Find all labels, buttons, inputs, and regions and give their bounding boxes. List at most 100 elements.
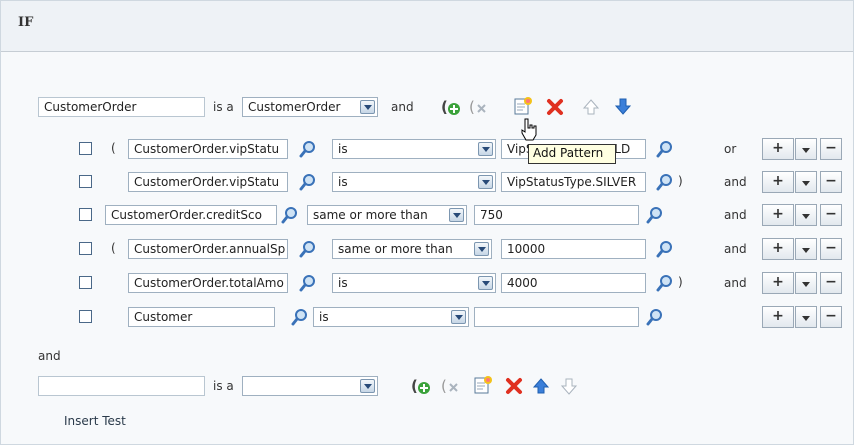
- row-menu-dropdown[interactable]: [795, 238, 817, 260]
- move-down-icon[interactable]: [559, 376, 579, 396]
- remove-row-button[interactable]: −: [820, 171, 842, 193]
- add-row-button[interactable]: +: [762, 238, 794, 260]
- row-conjunction[interactable]: or: [724, 142, 736, 156]
- right-operand-field[interactable]: VipStatusType.SILVER: [501, 172, 646, 192]
- chevron-down-icon: [449, 208, 464, 222]
- row-checkbox[interactable]: [79, 242, 92, 255]
- row-checkbox[interactable]: [79, 276, 92, 289]
- remove-row-button[interactable]: −: [820, 238, 842, 260]
- remove-row-button[interactable]: −: [820, 272, 842, 294]
- row-conjunction[interactable]: and: [724, 276, 747, 290]
- remove-row-button[interactable]: −: [820, 306, 842, 328]
- add-row-button[interactable]: +: [762, 204, 794, 226]
- pattern-type-value: CustomerOrder: [248, 100, 341, 114]
- row-conjunction[interactable]: and: [724, 175, 747, 189]
- add-pattern-icon[interactable]: [513, 96, 533, 116]
- pattern-variable-field[interactable]: CustomerOrder: [38, 97, 205, 117]
- left-operand-field[interactable]: CustomerOrder.annualSp: [128, 239, 288, 259]
- pattern2-is-a-label: is a: [213, 379, 234, 393]
- row-button-group: + −: [762, 238, 844, 260]
- add-test-group-icon[interactable]: (: [441, 97, 461, 117]
- row-menu-dropdown[interactable]: [795, 138, 817, 160]
- pattern-type-select[interactable]: CustomerOrder: [242, 97, 378, 117]
- operator-value: is: [338, 276, 348, 290]
- row-conjunction[interactable]: and: [724, 242, 747, 256]
- search-icon[interactable]: [656, 240, 674, 258]
- close-paren: ): [678, 174, 683, 188]
- left-operand-field[interactable]: CustomerOrder.creditSco: [105, 205, 277, 225]
- operator-select[interactable]: same or more than: [332, 239, 492, 259]
- operator-select[interactable]: is: [313, 307, 469, 327]
- search-icon[interactable]: [656, 274, 674, 292]
- right-operand-field[interactable]: [474, 307, 639, 327]
- add-row-button[interactable]: +: [762, 138, 794, 160]
- rule-panel: IF CustomerOrder is a CustomerOrder and …: [0, 0, 854, 445]
- pattern-and-label: and: [391, 100, 414, 114]
- move-down-icon[interactable]: [613, 96, 633, 116]
- right-operand-field[interactable]: 4000: [501, 273, 646, 293]
- row-button-group: + −: [762, 171, 844, 193]
- delete-icon[interactable]: [504, 376, 524, 396]
- if-header: IF: [1, 1, 853, 51]
- row-checkbox[interactable]: [79, 208, 92, 221]
- row-menu-dropdown[interactable]: [795, 171, 817, 193]
- chevron-down-icon: [451, 310, 466, 324]
- if-title: IF: [18, 15, 34, 30]
- search-icon[interactable]: [291, 308, 309, 326]
- operator-select[interactable]: is: [332, 172, 496, 192]
- add-pattern-tooltip: Add Pattern: [528, 144, 616, 164]
- operator-value: is: [338, 142, 348, 156]
- pattern2-type-select[interactable]: [242, 376, 378, 396]
- row-checkbox[interactable]: [79, 142, 92, 155]
- add-test-group-icon[interactable]: (: [411, 376, 431, 396]
- left-operand-field[interactable]: CustomerOrder.vipStatu: [128, 139, 288, 159]
- right-operand-field[interactable]: 10000: [501, 239, 646, 259]
- delete-icon[interactable]: [545, 97, 565, 117]
- right-operand-field[interactable]: 750: [474, 205, 639, 225]
- row-conjunction[interactable]: and: [724, 208, 747, 222]
- chevron-down-icon: [478, 276, 493, 290]
- search-icon[interactable]: [299, 240, 317, 258]
- chevron-down-icon: [474, 242, 489, 256]
- search-icon[interactable]: [646, 308, 664, 326]
- row-checkbox[interactable]: [79, 175, 92, 188]
- operator-select[interactable]: is: [332, 273, 496, 293]
- row-button-group: + −: [762, 306, 844, 328]
- svg-text:(: (: [469, 98, 475, 116]
- insert-test-link[interactable]: Insert Test: [64, 414, 126, 428]
- operator-select[interactable]: is: [332, 139, 496, 159]
- svg-text:(: (: [441, 377, 447, 395]
- remove-test-group-icon[interactable]: (: [469, 97, 489, 117]
- left-operand-field[interactable]: CustomerOrder.totalAmo: [128, 273, 288, 293]
- search-icon[interactable]: [299, 140, 317, 158]
- add-pattern-icon[interactable]: [473, 375, 493, 395]
- left-operand-field[interactable]: CustomerOrder.vipStatu: [128, 172, 288, 192]
- row-menu-dropdown[interactable]: [795, 272, 817, 294]
- search-icon[interactable]: [299, 173, 317, 191]
- search-icon[interactable]: [656, 173, 674, 191]
- row-checkbox[interactable]: [79, 310, 92, 323]
- left-operand-field[interactable]: Customer: [128, 307, 275, 327]
- open-paren: (: [111, 241, 116, 255]
- add-row-button[interactable]: +: [762, 306, 794, 328]
- search-icon[interactable]: [656, 140, 674, 158]
- search-icon[interactable]: [299, 274, 317, 292]
- operator-select[interactable]: same or more than: [307, 205, 467, 225]
- row-menu-dropdown[interactable]: [795, 204, 817, 226]
- remove-row-button[interactable]: −: [820, 138, 842, 160]
- pattern2-variable-field[interactable]: [38, 376, 205, 396]
- remove-row-button[interactable]: −: [820, 204, 842, 226]
- open-paren: (: [111, 141, 116, 155]
- search-icon[interactable]: [281, 206, 299, 224]
- add-row-button[interactable]: +: [762, 272, 794, 294]
- operator-value: is: [319, 310, 329, 324]
- svg-text:(: (: [411, 377, 418, 395]
- move-up-icon[interactable]: [531, 376, 551, 396]
- close-paren: ): [678, 275, 683, 289]
- add-row-button[interactable]: +: [762, 171, 794, 193]
- chevron-down-icon: [360, 100, 375, 114]
- move-up-icon[interactable]: [581, 97, 601, 117]
- search-icon[interactable]: [646, 206, 664, 224]
- remove-test-group-icon[interactable]: (: [441, 376, 461, 396]
- row-menu-dropdown[interactable]: [795, 306, 817, 328]
